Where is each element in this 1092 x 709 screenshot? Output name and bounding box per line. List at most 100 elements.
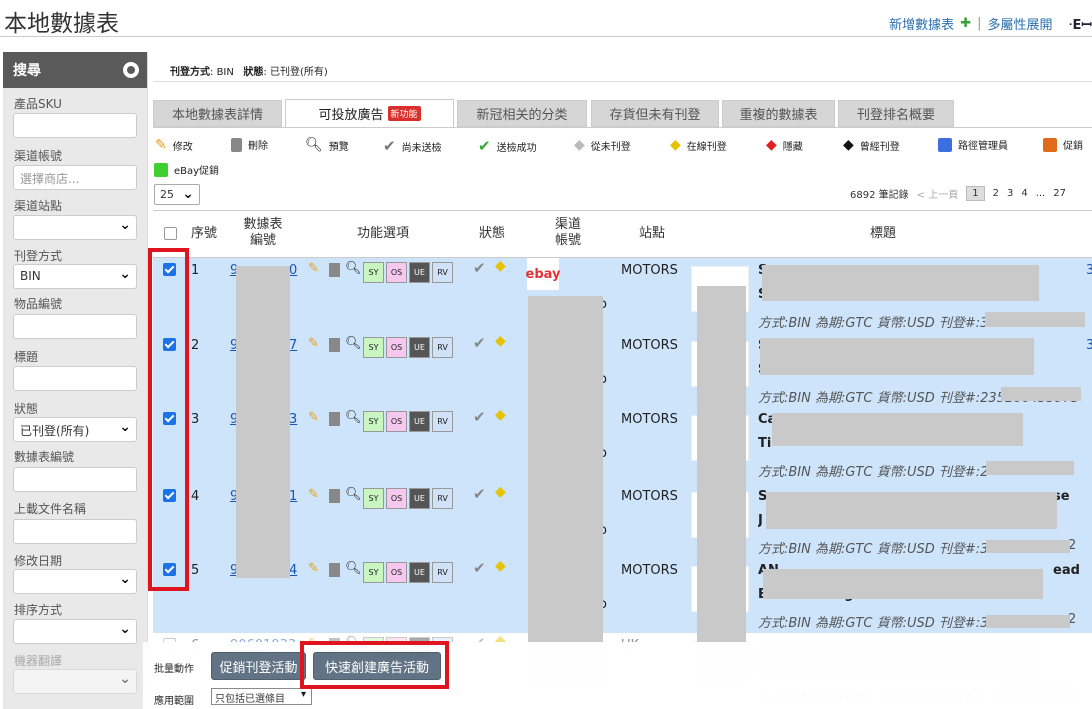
ue-button[interactable]: UE [409, 562, 430, 583]
action-label: 隱藏 [782, 141, 803, 153]
unchecked-action[interactable]: ✔ 尚未送檢 [383, 137, 442, 155]
ue-button[interactable]: UE [409, 262, 430, 283]
quick-create-ad-button[interactable]: 快速創建廣告活動 [313, 652, 441, 680]
page-link[interactable]: 27 [1053, 188, 1066, 199]
row-checkbox[interactable] [163, 338, 176, 351]
magnifier-icon[interactable]: 🔍︎ [345, 410, 362, 425]
listing-type-select[interactable]: BIN [13, 264, 137, 289]
os-button[interactable]: OS [386, 262, 407, 283]
ebay-promo-action[interactable]: eBay促銷 [154, 162, 219, 177]
os-button[interactable]: OS [386, 488, 407, 509]
magnifier-icon: 🔍︎ [305, 137, 323, 153]
ue-button[interactable]: UE [409, 488, 430, 509]
edit-pencil-icon[interactable]: ✎ [308, 261, 319, 276]
sheet-id-link-end[interactable]: 7 [289, 338, 297, 353]
os-button[interactable]: OS [386, 562, 407, 583]
tab-duplicates[interactable]: 重複的數據表 [722, 100, 835, 127]
sheet-id-link-end[interactable]: 1 [289, 489, 297, 504]
rv-button[interactable]: RV [432, 262, 453, 283]
edit-pencil-icon[interactable]: ✎ [308, 410, 319, 425]
col-site: 站點 [638, 226, 665, 241]
page-link[interactable]: 2 [993, 188, 999, 199]
sheet-id-link-end[interactable]: 0 [289, 263, 297, 278]
col-seq[interactable]: 序號 [187, 226, 221, 242]
rv-button[interactable]: RV [432, 411, 453, 432]
sy-button[interactable]: SY [363, 488, 384, 509]
os-button[interactable]: OS [386, 337, 407, 358]
tab-covid[interactable]: 新冠相关的分类 [457, 100, 587, 127]
tab-ads[interactable]: 可投放廣告 新功能 [285, 99, 454, 128]
sheet-number-input[interactable] [13, 467, 137, 492]
row-checkbox[interactable] [163, 263, 176, 276]
sheet-id-link-end[interactable]: 4 [289, 563, 297, 578]
sy-button[interactable]: SY [363, 562, 384, 583]
never-listed-action[interactable]: ◆ 從未刊登 [574, 137, 631, 153]
sy-button[interactable]: SY [363, 262, 384, 283]
trash-icon[interactable] [329, 263, 340, 277]
field-label-translate: 機器翻譯 [14, 654, 63, 668]
item-number-input[interactable] [13, 314, 137, 339]
tab-unlisted[interactable]: 存貨但未有刊登 [591, 100, 719, 127]
edit-pencil-icon[interactable]: ✎ [308, 487, 319, 502]
promo-campaign-button[interactable]: 促銷刊登活動 [211, 652, 306, 680]
modify-date-select[interactable] [13, 569, 137, 594]
scope-select[interactable]: 只包括已選條目 [211, 688, 312, 705]
title-input[interactable] [13, 366, 137, 391]
site-select[interactable] [13, 215, 137, 240]
hide-action[interactable]: ◆ 隱藏 [766, 137, 803, 153]
account-select[interactable]: 選擇商店... [13, 165, 137, 190]
sort-select[interactable] [13, 619, 137, 644]
preview-action[interactable]: 🔍︎ 預覽 [305, 137, 349, 153]
trash-icon[interactable] [329, 489, 340, 503]
ue-button[interactable]: UE [409, 337, 430, 358]
row-checkbox[interactable] [163, 489, 176, 502]
os-button[interactable]: OS [386, 411, 407, 432]
rv-button[interactable]: RV [432, 337, 453, 358]
tag-red-icon: ◆ [766, 137, 777, 153]
edit-pencil-icon[interactable]: ✎ [308, 561, 319, 576]
new-table-link[interactable]: 新增數據表 [889, 14, 954, 33]
translate-select[interactable] [13, 669, 137, 694]
page-link[interactable]: 1 [966, 186, 985, 201]
delete-action[interactable]: 刪除 [231, 137, 268, 152]
trash-icon[interactable] [329, 563, 340, 577]
row-checkbox[interactable] [163, 412, 176, 425]
sy-button[interactable]: SY [363, 411, 384, 432]
edit-action[interactable]: ✎ 修改 [155, 137, 193, 153]
select-all-checkbox[interactable] [164, 227, 177, 240]
plus-icon[interactable]: ✚ [960, 16, 971, 31]
rv-button[interactable]: RV [432, 562, 453, 583]
path-manager-action[interactable]: 路徑管理員 [938, 137, 1008, 152]
ue-button[interactable]: UE [409, 411, 430, 432]
magnifier-icon[interactable]: 🔍︎ [345, 561, 362, 576]
magnifier-icon[interactable]: 🔍︎ [345, 487, 362, 502]
col-sheet-id[interactable]: 數據表 編號 [239, 217, 287, 249]
tab-ranking[interactable]: 刊登排名概要 [838, 100, 954, 127]
multi-attr-link[interactable]: 多屬性展開 [987, 14, 1052, 33]
col-title[interactable]: 標題 [863, 226, 903, 242]
page-link[interactable]: 3 [1007, 188, 1013, 199]
row-checkbox[interactable] [163, 563, 176, 576]
sheet-id-link-end[interactable]: 3 [289, 412, 297, 427]
gear-icon[interactable] [123, 62, 139, 78]
page-link[interactable]: 4 [1021, 188, 1027, 199]
rv-button[interactable]: RV [432, 488, 453, 509]
sku-input[interactable] [13, 113, 137, 138]
checked-ok-action[interactable]: ✔ 送檢成功 [478, 137, 537, 155]
trash-icon[interactable] [329, 412, 340, 426]
trash-icon[interactable] [329, 338, 340, 352]
upload-name-input[interactable] [13, 519, 137, 544]
online-action[interactable]: ◆ 在線刊登 [670, 137, 727, 153]
status-select[interactable]: 已刊登(所有) [13, 417, 137, 442]
magnifier-icon[interactable]: 🔍︎ [345, 261, 362, 276]
tab-local-details[interactable]: 本地數據表詳情 [153, 100, 282, 127]
sy-button[interactable]: SY [363, 337, 384, 358]
promo-action[interactable]: 促銷 [1043, 137, 1083, 152]
listed-before-action[interactable]: ◆ 曾經刊登 [843, 137, 900, 153]
prev-page[interactable]: < 上一頁 [917, 186, 959, 201]
edit-pencil-icon[interactable]: ✎ [308, 336, 319, 351]
per-page-select[interactable]: 25 [154, 184, 200, 205]
magnifier-icon[interactable]: 🔍︎ [345, 336, 362, 351]
site-value: MOTORS [621, 489, 678, 504]
redacted-title [762, 265, 1039, 301]
